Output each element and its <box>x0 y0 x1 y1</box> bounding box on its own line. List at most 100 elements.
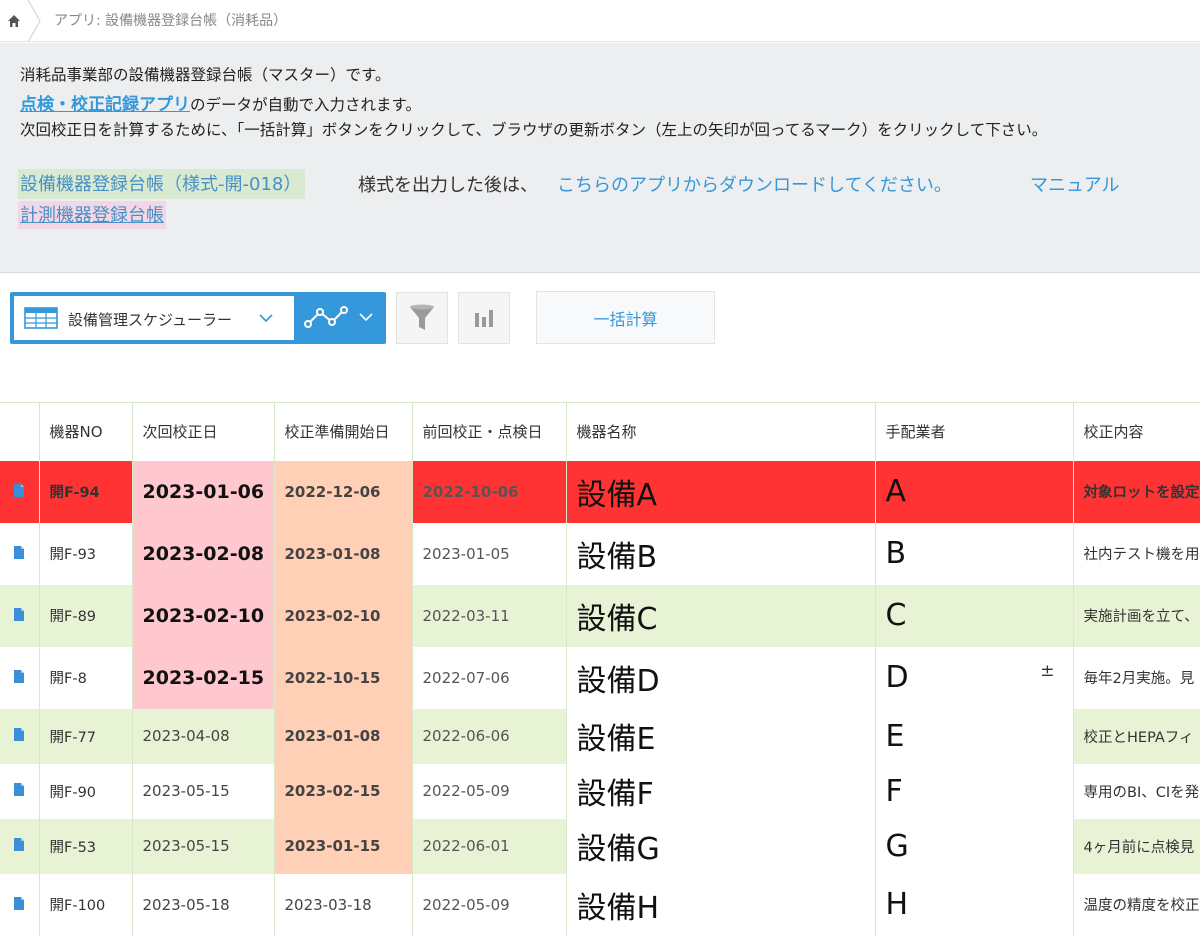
table-row[interactable]: 開F-100 2023-05-18 2023-03-18 2022-05-09 設備H H… <box>0 873 1200 936</box>
table-view-icon <box>24 307 58 329</box>
cell-last-calibration-date: 2022-10-06 <box>412 460 567 523</box>
record-detail-link[interactable] <box>0 708 40 764</box>
filter-button[interactable] <box>396 292 448 344</box>
header-equipment-name[interactable]: 機器名称 <box>566 402 876 461</box>
record-detail-link[interactable] <box>0 584 40 647</box>
cell-last-calibration-date: 2022-06-01 <box>412 818 567 874</box>
header-vendor[interactable]: 手配業者 <box>875 402 1074 461</box>
cell-vendor: D ± <box>875 646 1074 709</box>
cell-equipment-name: 設備F <box>566 763 876 819</box>
line-graph-icon <box>304 306 373 328</box>
cell-next-calibration-date: 2023-05-15 <box>132 818 275 874</box>
cell-vendor: A <box>875 460 1074 523</box>
cell-prep-start-date: 2023-03-18 <box>274 873 413 936</box>
cell-equipment-name: 設備E <box>566 708 876 764</box>
header-last-calibration-date[interactable]: 前回校正・点検日 <box>412 402 567 461</box>
document-icon <box>13 837 25 856</box>
vendor-value: D <box>885 660 909 695</box>
cell-next-calibration-date: 2023-01-06 <box>132 460 275 523</box>
home-icon[interactable] <box>0 0 28 42</box>
table-row[interactable]: 開F-93 2023-02-08 2023-01-08 2023-01-05 設備B B 社… <box>0 522 1200 585</box>
table-row[interactable]: 開F-8 2023-02-15 2022-10-15 2022-07-06 設備D D ± 毎… <box>0 646 1200 709</box>
cell-prep-start-date: 2023-01-15 <box>274 818 413 874</box>
cell-equipment-no: 開F-100 <box>39 873 133 936</box>
cell-equipment-no: 開F-89 <box>39 584 133 647</box>
view-dropdown[interactable]: 設備管理スケジューラー <box>14 296 294 340</box>
graph-button[interactable] <box>458 292 510 344</box>
cell-prep-start-date: 2022-12-06 <box>274 460 413 523</box>
vendor-value: C <box>885 598 907 633</box>
vendor-value: G <box>885 828 909 864</box>
header-prep-start-date[interactable]: 校正準備開始日 <box>274 402 413 461</box>
cell-calibration-content: 社内テスト機を用 <box>1073 522 1200 585</box>
table-row[interactable]: 開F-77 2023-04-08 2023-01-08 2022-06-06 設備E E 校… <box>0 708 1200 764</box>
vendor-value: B <box>885 536 907 571</box>
document-icon <box>13 607 25 626</box>
table-header-row: 機器NO 次回校正日 校正準備開始日 前回校正・点検日 機器名称 手配業者 校正… <box>0 402 1200 461</box>
table-row[interactable]: 開F-94 2023-01-06 2022-12-06 2022-10-06 設備A A 対… <box>0 460 1200 523</box>
chevron-down-icon <box>259 314 273 323</box>
breadcrumb: アプリ: 設備機器登録台帳（消耗品） <box>0 0 1200 42</box>
notice-line-2: 点検・校正記録アプリのデータが自動で入力されます。 <box>20 90 421 115</box>
document-icon <box>13 669 25 688</box>
inspection-record-app-link[interactable]: 点検・校正記録アプリ <box>20 95 190 115</box>
cell-calibration-content: 校正とHEPAフィ <box>1073 708 1200 764</box>
record-detail-link[interactable] <box>0 763 40 819</box>
record-detail-link[interactable] <box>0 873 40 936</box>
header-calibration-content[interactable]: 校正内容 <box>1073 402 1200 461</box>
cell-next-calibration-date: 2023-02-15 <box>132 646 275 709</box>
table-row[interactable]: 開F-90 2023-05-15 2023-02-15 2022-05-09 設備F F 専… <box>0 763 1200 819</box>
cell-last-calibration-date: 2022-05-09 <box>412 763 567 819</box>
cell-next-calibration-date: 2023-05-18 <box>132 873 275 936</box>
download-app-link[interactable]: こちらのアプリからダウンロードしてください。 <box>557 171 952 197</box>
vendor-value: H <box>885 887 909 922</box>
header-detail <box>0 402 40 461</box>
cell-next-calibration-date: 2023-04-08 <box>132 708 275 764</box>
cell-prep-start-date: 2023-02-10 <box>274 584 413 647</box>
notice-line-3: 次回校正日を計算するために、「一括計算」ボタンをクリックして、ブラウザの更新ボタ… <box>20 121 1048 139</box>
cell-last-calibration-date: 2023-01-05 <box>412 522 567 585</box>
cell-vendor: C <box>875 584 1074 647</box>
measurement-ledger-link[interactable]: 計測機器登録台帳 <box>18 201 166 229</box>
cell-last-calibration-date: 2022-07-06 <box>412 646 567 709</box>
header-next-calibration-date[interactable]: 次回校正日 <box>132 402 275 461</box>
vendor-value: F <box>885 773 903 809</box>
breadcrumb-app-title: アプリ: 設備機器登録台帳（消耗品） <box>54 13 288 29</box>
cell-prep-start-date: 2023-02-15 <box>274 763 413 819</box>
record-detail-link[interactable] <box>0 522 40 585</box>
cell-calibration-content: 毎年2月実施。見 <box>1073 646 1200 709</box>
manual-link[interactable]: マニュアル <box>1030 171 1119 197</box>
record-detail-link[interactable] <box>0 646 40 709</box>
cell-last-calibration-date: 2022-03-11 <box>412 584 567 647</box>
cell-vendor: E <box>875 708 1074 764</box>
cell-last-calibration-date: 2022-06-06 <box>412 708 567 764</box>
cell-equipment-name: 設備H <box>566 873 876 936</box>
graph-dropdown-button[interactable] <box>298 292 386 344</box>
vendor-mark: ± <box>1040 660 1055 681</box>
cell-calibration-content: 4ヶ月前に点検見 <box>1073 818 1200 874</box>
document-icon <box>13 896 25 915</box>
table-row[interactable]: 開F-89 2023-02-10 2023-02-10 2022-03-11 設備C C 実… <box>0 584 1200 647</box>
app-description-notice: 消耗品事業部の設備機器登録台帳（マスター）です。 点検・校正記録アプリのデータが… <box>0 43 1200 273</box>
record-detail-link[interactable] <box>0 460 40 523</box>
equipment-ledger-form-link[interactable]: 設備機器登録台帳（様式-開-018） <box>18 169 306 199</box>
bulk-calculate-button[interactable]: 一括計算 <box>536 291 715 344</box>
cell-last-calibration-date: 2022-05-09 <box>412 873 567 936</box>
bar-chart-icon <box>475 310 493 327</box>
cell-equipment-name: 設備A <box>566 460 876 523</box>
document-icon <box>13 782 25 801</box>
document-icon <box>13 727 25 746</box>
cell-calibration-content: 対象ロットを設定 <box>1073 460 1200 523</box>
cell-equipment-name: 設備D <box>566 646 876 709</box>
filter-icon <box>410 304 434 330</box>
view-selector: 設備管理スケジューラー <box>10 292 386 344</box>
form-output-note: 様式を出力した後は、 <box>358 175 538 196</box>
cell-next-calibration-date: 2023-02-08 <box>132 522 275 585</box>
cell-next-calibration-date: 2023-02-10 <box>132 584 275 647</box>
cell-equipment-no: 開F-53 <box>39 818 133 874</box>
table-row[interactable]: 開F-53 2023-05-15 2023-01-15 2022-06-01 設備G G 4… <box>0 818 1200 874</box>
cell-equipment-name: 設備G <box>566 818 876 874</box>
header-equipment-no[interactable]: 機器NO <box>39 402 133 461</box>
cell-prep-start-date: 2022-10-15 <box>274 646 413 709</box>
record-detail-link[interactable] <box>0 818 40 874</box>
